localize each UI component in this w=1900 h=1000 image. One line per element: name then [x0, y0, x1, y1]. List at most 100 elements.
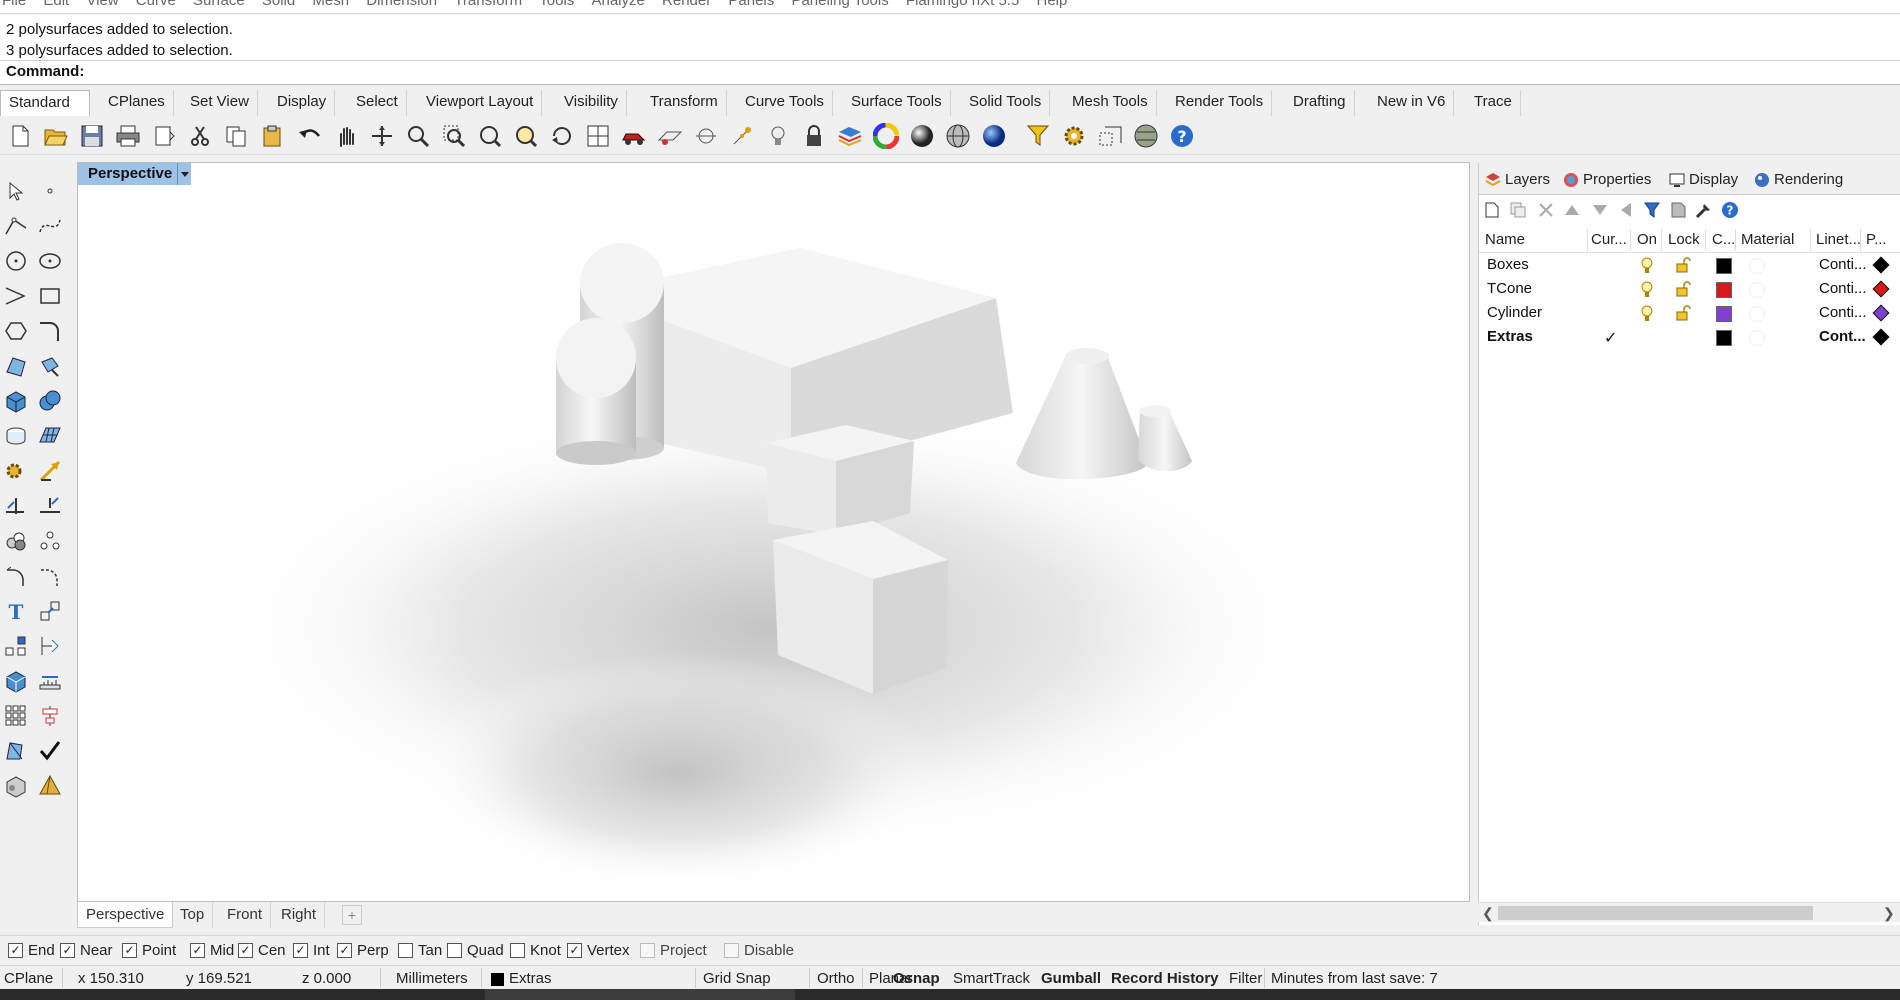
scene-3d[interactable] [78, 163, 1470, 902]
tab-set-view[interactable]: Set View [182, 90, 258, 116]
new-layer-icon[interactable] [1483, 201, 1501, 219]
status-cplane[interactable]: CPlane [4, 969, 53, 989]
menu-paneling-tools[interactable]: Paneling Tools [791, 0, 888, 9]
import-icon[interactable] [150, 122, 178, 150]
col-current[interactable]: Cur... [1591, 231, 1627, 248]
blend-curve-icon[interactable] [34, 560, 66, 592]
tab-render-tools[interactable]: Render Tools [1167, 90, 1273, 116]
status-osnap[interactable]: Osnap [893, 969, 940, 989]
cut-icon[interactable] [186, 122, 214, 150]
globe-icon[interactable] [1132, 122, 1160, 150]
fillet-edge-icon[interactable] [0, 560, 32, 592]
layer-unlocked-icon[interactable] [1675, 257, 1691, 273]
scroll-left-icon[interactable]: ❮ [1482, 905, 1494, 922]
status-grid-snap[interactable]: Grid Snap [703, 969, 771, 989]
osnap-icon[interactable] [728, 122, 756, 150]
polygon-icon[interactable] [0, 315, 32, 347]
add-viewport-tab-icon[interactable]: + [342, 905, 362, 925]
four-viewports-icon[interactable] [584, 122, 612, 150]
zoom-extents-icon[interactable] [476, 122, 504, 150]
tools-icon[interactable] [1695, 201, 1713, 219]
zoom-window-icon[interactable] [440, 122, 468, 150]
pan-hand-icon[interactable] [332, 122, 360, 150]
layer-row[interactable]: Boxes Conti... [1479, 253, 1900, 277]
tab-drafting[interactable]: Drafting [1285, 90, 1355, 116]
layer-print-color-icon[interactable] [1872, 280, 1890, 298]
tab-solid-tools[interactable]: Solid Tools [961, 90, 1051, 116]
checkbox-icon[interactable] [640, 943, 655, 958]
col-linetype[interactable]: Linet... [1816, 231, 1861, 248]
layer-material-icon[interactable] [1749, 306, 1765, 322]
checkbox-icon[interactable]: ✓ [8, 943, 23, 958]
menu-tools[interactable]: Tools [539, 0, 574, 9]
paste-icon[interactable] [258, 122, 286, 150]
light-bulb-icon[interactable] [764, 122, 792, 150]
osnap-int[interactable]: ✓ Int [293, 941, 330, 961]
col-on[interactable]: On [1637, 231, 1657, 248]
grid-plane-icon[interactable] [656, 122, 684, 150]
perspective-viewport[interactable]: Perspective [77, 162, 1470, 902]
delete-icon[interactable] [1537, 201, 1555, 219]
layer-color-swatch[interactable] [1716, 330, 1732, 346]
osnap-tan[interactable]: Tan [398, 941, 442, 961]
tab-new-in-v6[interactable]: New in V6 [1369, 90, 1455, 116]
col-print-color[interactable]: P... [1866, 231, 1887, 248]
tab-visibility[interactable]: Visibility [556, 90, 627, 116]
layer-name[interactable]: Cylinder [1487, 304, 1542, 321]
align-icon[interactable] [34, 700, 66, 732]
open-icon[interactable] [42, 122, 70, 150]
menu-file[interactable]: File [2, 0, 26, 9]
lock-icon[interactable] [800, 122, 828, 150]
new-sublayer-icon[interactable] [1509, 201, 1527, 219]
array-icon[interactable] [0, 630, 32, 662]
vp-tab-top[interactable]: Top [172, 902, 214, 928]
osnap-project[interactable]: Project [640, 941, 707, 961]
menu-flamingo[interactable]: Flamingo nXt 5.5 [906, 0, 1019, 9]
layer-linetype[interactable]: Conti... [1819, 280, 1867, 297]
zoom-selected-icon[interactable] [512, 122, 540, 150]
ruler-icon[interactable] [34, 665, 66, 697]
scroll-thumb[interactable] [1498, 906, 1813, 920]
panel-tab-rendering[interactable]: Rendering [1752, 169, 1843, 191]
surface-corner-icon[interactable] [0, 350, 32, 382]
surface-edge-icon[interactable] [34, 350, 66, 382]
layer-print-color-icon[interactable] [1872, 304, 1890, 322]
panel-tab-layers[interactable]: Layers [1483, 169, 1550, 191]
ungroup-icon[interactable] [34, 525, 66, 557]
status-ortho[interactable]: Ortho [817, 969, 855, 989]
osnap-quad[interactable]: Quad [447, 941, 504, 961]
menu-edit[interactable]: Edit [43, 0, 69, 9]
tab-cplanes[interactable]: CPlanes [100, 90, 174, 116]
help-icon[interactable]: ? [1168, 122, 1196, 150]
command-line[interactable]: Command: [0, 61, 1900, 85]
col-material[interactable]: Material [1741, 231, 1794, 248]
move-to-parent-icon[interactable] [1617, 201, 1635, 219]
tab-transform[interactable]: Transform [642, 90, 727, 116]
scale-icon[interactable] [1096, 122, 1124, 150]
tab-select[interactable]: Select [348, 90, 407, 116]
status-filter[interactable]: Filter [1229, 969, 1262, 989]
tab-viewport-layout[interactable]: Viewport Layout [418, 90, 543, 116]
scale-tool-icon[interactable] [34, 595, 66, 627]
circle-icon[interactable] [0, 245, 32, 277]
status-gumball[interactable]: Gumball [1041, 969, 1101, 989]
layer-color-swatch[interactable] [1716, 258, 1732, 274]
tab-surface-tools[interactable]: Surface Tools [843, 90, 951, 116]
curve-icon[interactable] [34, 210, 66, 242]
rotate-camera-icon[interactable] [548, 122, 576, 150]
layer-current-check[interactable]: ✓ [1604, 328, 1617, 348]
menu-curve[interactable]: Curve [136, 0, 176, 9]
box-solid-icon[interactable] [0, 385, 32, 417]
polyline-icon[interactable] [0, 210, 32, 242]
menu-solid[interactable]: Solid [262, 0, 295, 9]
scroll-right-icon[interactable]: ❯ [1883, 905, 1895, 922]
layer-row[interactable]: Cylinder Conti... [1479, 301, 1900, 325]
layer-row[interactable]: Extras ✓ Cont... [1479, 325, 1900, 349]
move-down-icon[interactable] [1591, 201, 1609, 219]
fillet-curve-icon[interactable] [34, 315, 66, 347]
menu-transform[interactable]: Transform [454, 0, 522, 9]
panel-tab-display[interactable]: Display [1667, 169, 1738, 191]
dimension-icon[interactable] [692, 122, 720, 150]
layers-icon[interactable] [836, 122, 864, 150]
layer-linetype[interactable]: Conti... [1819, 256, 1867, 273]
